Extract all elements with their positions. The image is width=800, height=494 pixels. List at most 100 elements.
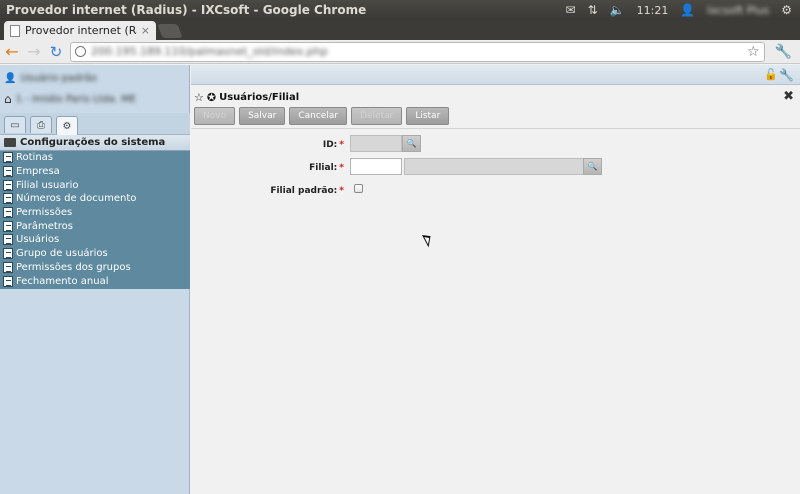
document-icon [3,275,13,287]
sidebar: 👤 Usuário padrão ⌂ 1 - Imidio Paris Ltda… [0,65,190,494]
arrow-left-icon[interactable]: ← [4,43,20,60]
document-icon [3,179,13,191]
browser-tab-strip: Provedor internet (Radius × [0,20,800,40]
new-tab-button[interactable] [157,24,183,38]
volume-icon[interactable]: 🔈 [610,3,625,17]
filial-padrao-label: Filial padrão: * [270,186,344,196]
current-user-name: Usuário padrão [20,73,97,84]
power-gear-icon[interactable]: ⚙ [781,3,792,17]
window-icon: ▭ [10,119,20,131]
document-icon [3,166,13,178]
page-icon [10,24,20,37]
sidebar-item-numeros-documento[interactable]: Números de documento [0,192,190,206]
mail-icon[interactable]: ✉ [566,3,576,17]
salvar-button[interactable]: Salvar [239,107,286,125]
sidebar-item-parametros[interactable]: Parâmetros [0,219,190,233]
arrow-right-icon[interactable]: → [26,43,42,60]
id-search-button[interactable]: 🔍 [402,135,421,152]
tab-windows[interactable]: ▭ [4,116,26,133]
sidebar-item-rotinas[interactable]: Rotinas [0,151,190,165]
section-header[interactable]: Configurações do sistema [0,135,190,151]
filial-name-field[interactable] [404,158,584,175]
sidebar-item-label: Parâmetros [16,220,73,232]
document-icon [3,234,13,246]
main-panel: 🔓 🔧 ☆ ✪ Usuários/Filial ✖ Novo Salvar Ca… [191,65,800,494]
browser-tab-label: Provedor internet (Radius [25,24,137,37]
os-top-panel: Provedor internet (Radius) - IXCsoft - G… [0,0,800,20]
gear-icon[interactable]: ✪ [207,91,216,104]
document-icon [3,193,13,205]
sidebar-item-filial-usuario[interactable]: Filial usuario [0,178,190,192]
search-icon: 🔍 [587,162,598,171]
star-icon[interactable]: ☆ [747,44,760,60]
filial-label: Filial: * [309,163,344,173]
form-toolbar: Novo Salvar Cancelar Deletar Listar [194,107,450,125]
sidebar-item-label: Números de documento [16,193,137,205]
system-tray: ✉ ⇅ 🔈 11:21 👤 Ixcsoft Plus ⚙ [566,3,800,17]
cancelar-button[interactable]: Cancelar [289,107,348,125]
main-topbar: 🔓 🔧 [191,65,800,85]
network-icon[interactable]: ⇅ [588,3,598,17]
document-icon [3,261,13,273]
listar-button[interactable]: Listar [406,107,450,125]
user-icon: 👤 [4,73,17,84]
deletar-button[interactable]: Deletar [351,107,403,125]
tab-print[interactable]: ⎙ [30,116,52,133]
novo-button[interactable]: Novo [194,107,236,125]
browser-tab[interactable]: Provedor internet (Radius × [4,21,156,40]
user-icon[interactable]: 👤 [680,3,695,17]
filial-padrao-checkbox[interactable] [354,184,363,193]
site-info-icon[interactable] [75,46,86,57]
required-mark: * [339,163,344,173]
address-bar[interactable]: 200.195.189.110/palmasnet_old/index.php … [70,41,765,62]
sidebar-item-label: Permissões dos grupos [16,261,131,273]
sidebar-item-label: Empresa [16,166,60,178]
print-icon: ⎙ [37,119,45,131]
sidebar-item-label: Usuários [16,234,60,246]
current-user: 👤 Usuário padrão [4,73,97,84]
folder-icon [4,138,16,147]
settings-menu: Rotinas Empresa Filial usuario Números d… [0,151,190,289]
filial-id-field[interactable] [350,158,402,175]
filial-search-button[interactable]: 🔍 [583,158,602,175]
session-user[interactable]: Ixcsoft Plus [707,4,769,17]
sidebar-item-permissoes[interactable]: Permissões [0,206,190,220]
document-icon [3,207,13,219]
reload-icon[interactable]: ↻ [48,44,64,60]
browser-toolbar: ← → ↻ 200.195.189.110/palmasnet_old/inde… [0,40,800,64]
toolbar-divider [191,128,800,129]
sidebar-item-label: Fechamento anual [16,275,109,287]
sidebar-item-permissoes-grupos[interactable]: Permissões dos grupos [0,261,190,275]
close-tab-icon[interactable]: × [141,24,150,37]
sidebar-item-fechamento-anual[interactable]: Fechamento anual [0,274,190,288]
window-title: Provedor internet (Radius) - IXCsoft - G… [6,3,367,17]
document-icon [3,152,13,164]
required-mark: * [339,186,344,196]
tab-settings[interactable]: ⚙ [56,116,78,135]
sidebar-item-label: Grupo de usuários [16,248,108,260]
current-company[interactable]: ⌂ 1 - Imidio Paris Ltda. ME [4,92,136,106]
form-title: Usuários/Filial [219,92,300,103]
sidebar-item-label: Rotinas [16,152,53,164]
sidebar-item-label: Filial usuario [16,179,79,191]
document-icon [3,220,13,232]
section-title: Configurações do sistema [20,137,166,148]
id-label: ID: * [322,140,344,150]
close-icon[interactable]: ✖ [783,89,794,104]
current-company-name[interactable]: 1 - Imidio Paris Ltda. ME [16,94,136,105]
document-icon [3,248,13,260]
id-field[interactable] [350,135,402,152]
sidebar-item-grupo-usuarios[interactable]: Grupo de usuários [0,247,190,261]
wrench-icon[interactable]: 🔧 [779,68,794,82]
sidebar-item-label: Permissões [16,207,73,219]
url-text[interactable]: 200.195.189.110/palmasnet_old/index.php [91,45,742,58]
sidebar-item-usuarios[interactable]: Usuários [0,233,190,247]
sidebar-item-empresa[interactable]: Empresa [0,165,190,179]
home-icon[interactable]: ⌂ [4,92,12,106]
sidebar-tabs: ▭ ⎙ ⚙ [0,113,190,135]
wrench-icon[interactable]: 🔧 [771,44,796,60]
form-title-bar: ☆ ✪ Usuários/Filial [194,91,299,104]
clock[interactable]: 11:21 [637,4,669,17]
unlock-icon[interactable]: 🔓 [764,68,778,81]
star-icon[interactable]: ☆ [194,91,204,104]
